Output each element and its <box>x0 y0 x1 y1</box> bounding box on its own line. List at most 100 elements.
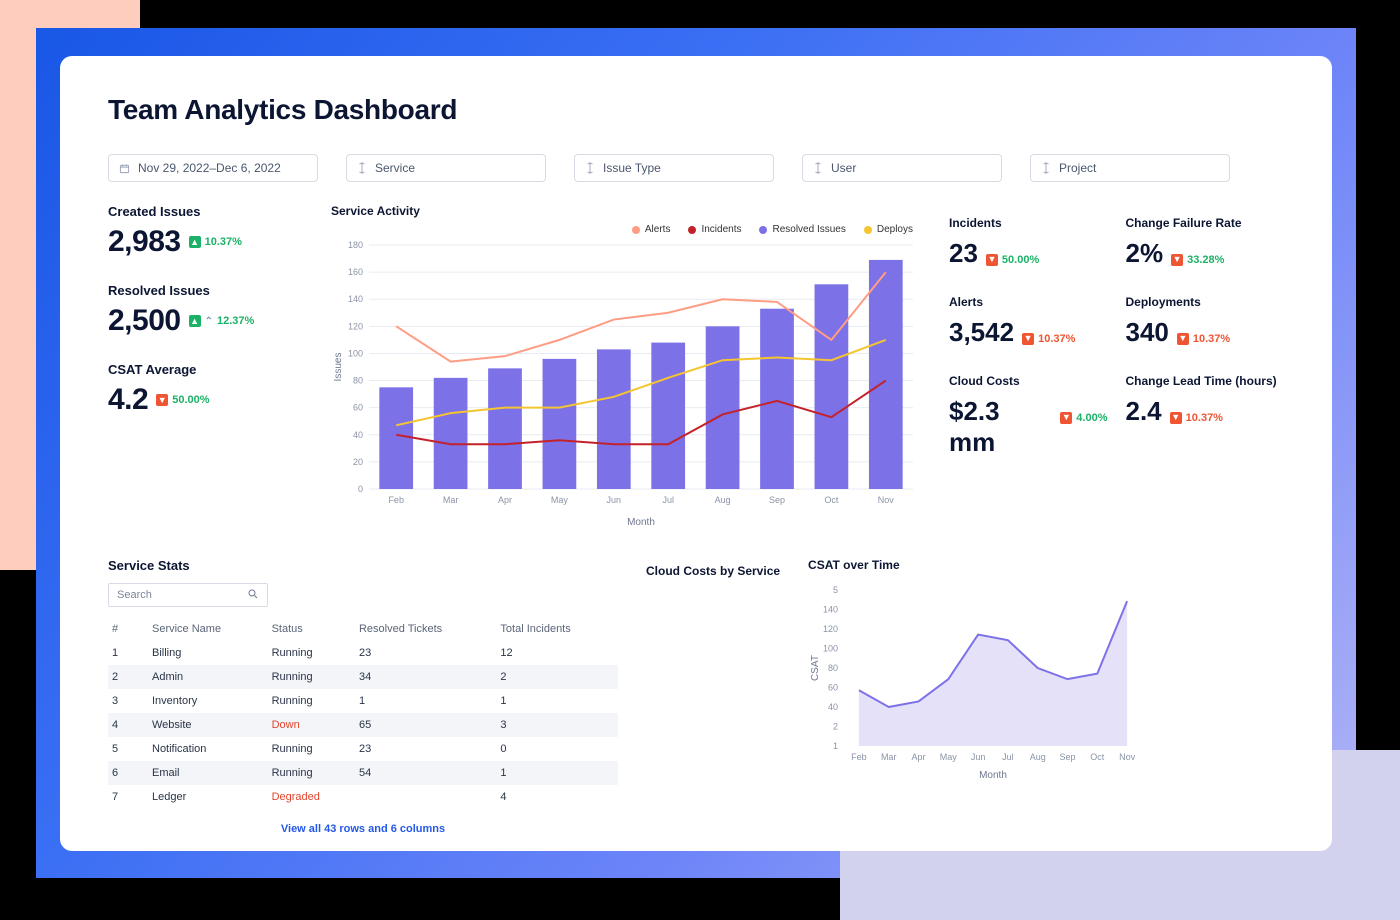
col-header[interactable]: Service Name <box>148 617 268 641</box>
kpi-incidents: Incidents 23 ▼50.00% <box>949 216 1108 269</box>
svg-text:100: 100 <box>348 348 363 358</box>
svg-text:Apr: Apr <box>912 752 926 762</box>
svg-text:Mar: Mar <box>881 752 897 762</box>
cell-status: Running <box>268 761 355 785</box>
cell-resolved <box>355 785 496 809</box>
kpi-change-failure-rate: Change Failure Rate 2% ▼33.28% <box>1126 216 1285 269</box>
kpi-cloud-costs: Cloud Costs $2.3 mm ▼4.00% <box>949 374 1108 458</box>
svg-text:60: 60 <box>353 403 363 413</box>
legend-swatch <box>759 226 767 234</box>
table-row[interactable]: 1BillingRunning2312 <box>108 641 618 665</box>
svg-text:1: 1 <box>833 741 838 751</box>
kpi-label: Cloud Costs <box>949 374 1108 388</box>
table-row[interactable]: 3InventoryRunning11 <box>108 689 618 713</box>
svg-text:120: 120 <box>823 624 838 634</box>
cell-index: 7 <box>108 785 148 809</box>
svg-text:Oct: Oct <box>1090 752 1105 762</box>
legend-label: Resolved Issues <box>772 224 845 235</box>
svg-text:Feb: Feb <box>388 495 404 505</box>
kpi-alerts: Alerts 3,542 ▼10.37% <box>949 295 1108 348</box>
legend-swatch <box>864 226 872 234</box>
kpi-label: Change Failure Rate <box>1126 216 1285 230</box>
svg-text:Nov: Nov <box>878 495 895 505</box>
cell-resolved: 1 <box>355 689 496 713</box>
search-icon <box>247 588 259 603</box>
cloud-costs-section: Cloud Costs by Service <box>646 558 780 835</box>
kpi-label: Resolved Issues <box>108 283 303 298</box>
csat-chart-section: CSAT over Time 124060801001201405FebMarA… <box>808 558 1284 835</box>
svg-text:Month: Month <box>627 517 655 528</box>
cell-resolved: 54 <box>355 761 496 785</box>
table-row[interactable]: 6EmailRunning541 <box>108 761 618 785</box>
svg-text:60: 60 <box>828 683 838 693</box>
svg-text:Mar: Mar <box>443 495 459 505</box>
cell-status: Running <box>268 689 355 713</box>
kpi-delta: ▼50.00% <box>156 394 209 406</box>
kpi-label: Change Lead Time (hours) <box>1126 374 1285 388</box>
legend-swatch <box>688 226 696 234</box>
filters-row: Nov 29, 2022–Dec 6, 2022 Service Issue T… <box>108 154 1284 182</box>
svg-text:120: 120 <box>348 321 363 331</box>
col-header[interactable]: Resolved Tickets <box>355 617 496 641</box>
kpi-value: 2.4 <box>1126 396 1162 427</box>
project-filter[interactable]: Project <box>1030 154 1230 182</box>
kpi-deployments: Deployments 340 ▼10.37% <box>1126 295 1285 348</box>
cell-resolved: 23 <box>355 641 496 665</box>
cell-resolved: 23 <box>355 737 496 761</box>
search-input[interactable]: Search <box>108 583 268 607</box>
table-row[interactable]: 2AdminRunning342 <box>108 665 618 689</box>
csat-chart-svg: 124060801001201405FebMarAprMayJunJulAugS… <box>808 582 1148 782</box>
kpi-delta: ▲⌃12.37% <box>189 315 255 327</box>
arrow-down-icon: ▼ <box>1177 333 1189 345</box>
date-range-filter[interactable]: Nov 29, 2022–Dec 6, 2022 <box>108 154 318 182</box>
svg-text:May: May <box>551 495 569 505</box>
cell-index: 5 <box>108 737 148 761</box>
section-title: CSAT over Time <box>808 558 1284 572</box>
table-row[interactable]: 4WebsiteDown653 <box>108 713 618 737</box>
arrow-down-icon: ▼ <box>1170 412 1182 424</box>
cursor-icon <box>813 162 823 174</box>
section-title: Service Stats <box>108 558 618 573</box>
kpi-delta: ▲10.37% <box>189 236 242 248</box>
cursor-icon <box>1041 162 1051 174</box>
svg-text:160: 160 <box>348 267 363 277</box>
issue-type-filter[interactable]: Issue Type <box>574 154 774 182</box>
kpi-value: 4.2 <box>108 383 148 417</box>
cell-status: Running <box>268 737 355 761</box>
cursor-icon <box>357 162 367 174</box>
kpi-change-lead-time: Change Lead Time (hours) 2.4 ▼10.37% <box>1126 374 1285 458</box>
cursor-icon <box>585 162 595 174</box>
cell-status: Degraded <box>268 785 355 809</box>
table-row[interactable]: 7LedgerDegraded4 <box>108 785 618 809</box>
dashboard-panel: Team Analytics Dashboard Nov 29, 2022–De… <box>60 56 1332 851</box>
svg-text:Jun: Jun <box>607 495 622 505</box>
cell-service-name: Website <box>148 713 268 737</box>
kpi-value: 2,983 <box>108 225 181 259</box>
svg-text:140: 140 <box>348 294 363 304</box>
col-header[interactable]: Status <box>268 617 355 641</box>
chart-legend: Alerts Incidents Resolved Issues Deploys <box>331 224 921 235</box>
arrow-down-icon: ▼ <box>1022 333 1034 345</box>
user-filter[interactable]: User <box>802 154 1002 182</box>
arrow-down-icon: ▼ <box>1171 254 1183 266</box>
svg-text:CSAT: CSAT <box>810 655 821 681</box>
view-all-link[interactable]: View all 43 rows and 6 columns <box>108 823 618 835</box>
col-header[interactable]: # <box>108 617 148 641</box>
cell-incidents: 1 <box>496 761 618 785</box>
date-range-value: Nov 29, 2022–Dec 6, 2022 <box>138 161 281 175</box>
left-kpis: Created Issues 2,983 ▲10.37% Resolved Is… <box>108 204 303 441</box>
issue-type-filter-label: Issue Type <box>603 161 661 175</box>
service-filter[interactable]: Service <box>346 154 546 182</box>
svg-text:Jun: Jun <box>971 752 986 762</box>
col-header[interactable]: Total Incidents <box>496 617 618 641</box>
kpi-value: 2% <box>1126 238 1164 269</box>
svg-text:40: 40 <box>828 702 838 712</box>
chevron-up-icon: ⌃ <box>205 316 213 327</box>
svg-text:20: 20 <box>353 457 363 467</box>
table-row[interactable]: 5NotificationRunning230 <box>108 737 618 761</box>
arrow-down-icon: ▼ <box>156 394 168 406</box>
svg-text:Aug: Aug <box>1030 752 1046 762</box>
kpi-value: 3,542 <box>949 317 1014 348</box>
kpi-delta: ▼4.00% <box>1060 412 1107 424</box>
calendar-icon <box>119 163 130 174</box>
